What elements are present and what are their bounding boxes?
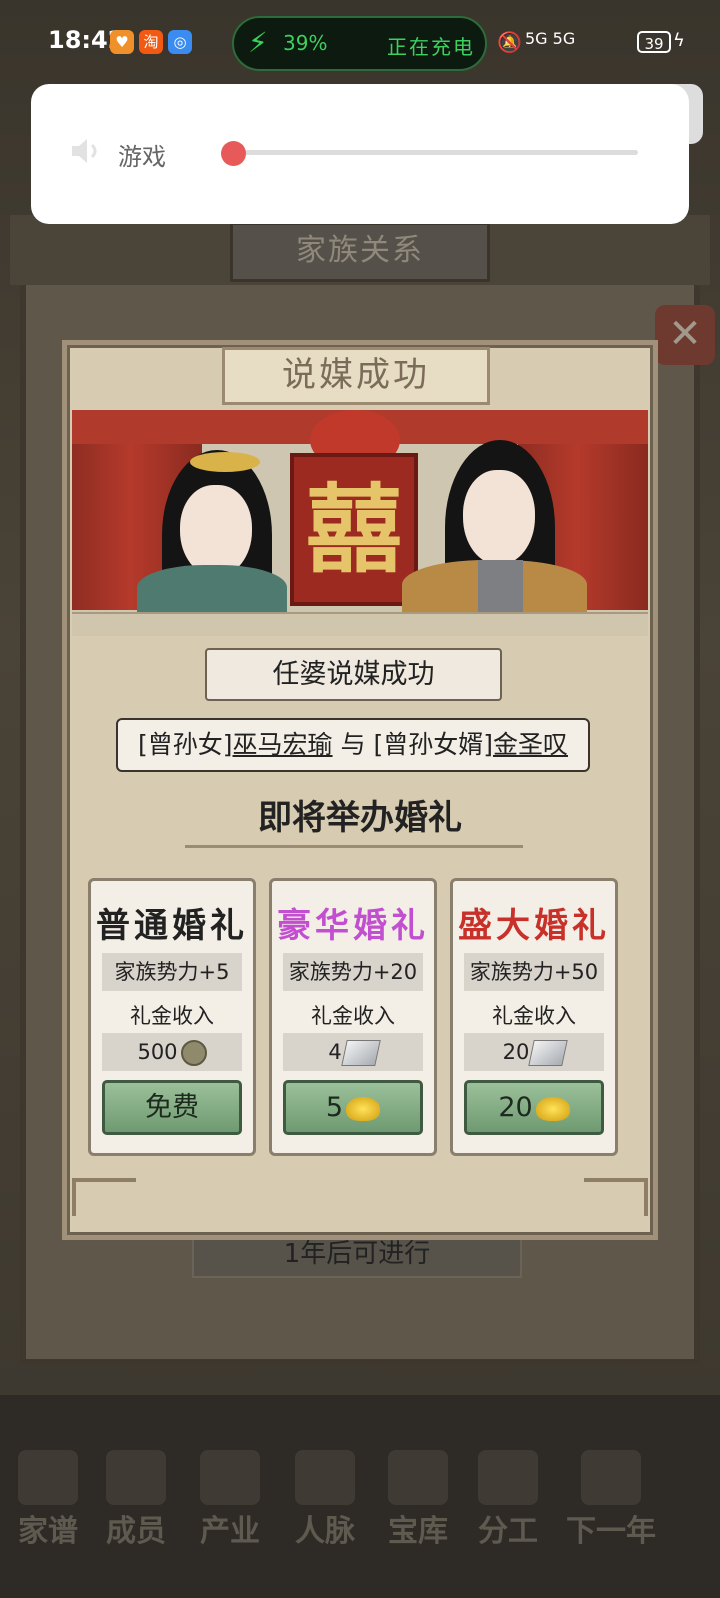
background-screen-title: 家族关系 xyxy=(230,222,490,282)
wedding-title-luxury: 豪华婚礼 xyxy=(277,906,429,946)
groom-face xyxy=(463,470,535,565)
wedding-income-label-grand: 礼金收入 xyxy=(492,1004,576,1028)
double-happiness-sign: 囍 xyxy=(290,453,418,606)
browser-icon: ◎ xyxy=(168,30,192,54)
taobao-icon: 淘 xyxy=(139,30,163,54)
gold-ingot-icon xyxy=(346,1096,381,1121)
wedding-income-grand: 20 xyxy=(464,1033,604,1071)
select-grand-wedding-button[interactable]: 20 xyxy=(464,1080,604,1135)
volume-slider[interactable] xyxy=(238,150,638,155)
silver-ingot-icon xyxy=(528,1040,569,1066)
select-normal-wedding-button[interactable]: 免费 xyxy=(102,1080,242,1135)
wedding-income-luxury: 4 xyxy=(283,1033,423,1071)
bride-role: [曾孙女] xyxy=(138,730,233,759)
wedding-title-normal: 普通婚礼 xyxy=(96,906,248,946)
gold-ingot-icon xyxy=(535,1096,570,1121)
matchmaker-message: 任婆说媒成功 xyxy=(205,648,502,701)
close-icon[interactable]: ✕ xyxy=(655,305,715,365)
wedding-income-normal: 500 xyxy=(102,1033,242,1071)
signal-icon: 5G 5G xyxy=(525,29,576,48)
volume-label: 游戏 xyxy=(118,143,166,171)
wedding-power-grand: 家族势力+50 xyxy=(464,953,604,991)
bride-face xyxy=(180,485,252,577)
wedding-power-normal: 家族势力+5 xyxy=(102,953,242,991)
wedding-income-label-luxury: 礼金收入 xyxy=(311,1004,395,1028)
nav-connections[interactable]: 人脉 xyxy=(285,1450,365,1550)
bride-headpiece xyxy=(190,452,260,472)
select-luxury-wedding-button[interactable]: 5 xyxy=(283,1080,423,1135)
dialog-title: 说媒成功 xyxy=(222,347,490,405)
speaker-icon[interactable] xyxy=(70,136,104,166)
bride-robe xyxy=(137,565,287,615)
members-icon xyxy=(106,1450,166,1505)
wedding-income-label-normal: 礼金收入 xyxy=(130,1004,214,1028)
mute-icon: 🔕 xyxy=(497,30,522,54)
division-icon xyxy=(478,1450,538,1505)
wedding-power-luxury: 家族势力+20 xyxy=(283,953,423,991)
couple-conjunction: 与 xyxy=(340,730,366,759)
heart-app-icon: ♥ xyxy=(110,30,134,54)
groom-name[interactable]: 金圣叹 xyxy=(493,730,568,759)
nav-family-tree[interactable]: 家谱 xyxy=(8,1450,88,1550)
treasury-icon xyxy=(388,1450,448,1505)
scene-frame-border xyxy=(72,612,648,636)
nav-next-year[interactable]: 下一年 xyxy=(556,1450,666,1550)
nav-members[interactable]: 成员 xyxy=(96,1450,176,1550)
battery-charging-icon: ϟ xyxy=(673,30,685,51)
volume-slider-knob[interactable] xyxy=(221,141,246,166)
nav-division[interactable]: 分工 xyxy=(468,1450,548,1550)
wedding-title-grand: 盛大婚礼 xyxy=(458,906,610,946)
battery-icon: 39 xyxy=(637,31,671,53)
copper-coin-icon xyxy=(180,1040,207,1066)
bride-name[interactable]: 巫马宏瑜 xyxy=(233,730,333,759)
status-bar: 18:42 ♥ 淘 ◎ ⚡ 39% 正在充电 🔕 5G 5G 39 ϟ xyxy=(0,0,720,85)
couple-names: [曾孙女]巫马宏瑜 与 [曾孙女婿]金圣叹 xyxy=(116,718,590,772)
nav-property[interactable]: 产业 xyxy=(190,1450,270,1550)
charging-bolt-icon: ⚡ xyxy=(248,26,268,59)
nav-treasury[interactable]: 宝库 xyxy=(378,1450,458,1550)
property-icon xyxy=(200,1450,260,1505)
groom-collar xyxy=(478,560,523,615)
charging-status: 正在充电 xyxy=(387,35,475,59)
heading-divider xyxy=(185,845,523,848)
silver-ingot-icon xyxy=(340,1040,381,1066)
connections-icon xyxy=(295,1450,355,1505)
wedding-soon-heading: 即将举办婚礼 xyxy=(258,798,462,838)
dialog-bottom-ornament xyxy=(72,1178,648,1218)
family-tree-icon xyxy=(18,1450,78,1505)
battery-percent: 39% xyxy=(283,31,328,55)
lantern-icon xyxy=(581,1450,641,1505)
groom-role: [曾孙女婿] xyxy=(373,730,493,759)
